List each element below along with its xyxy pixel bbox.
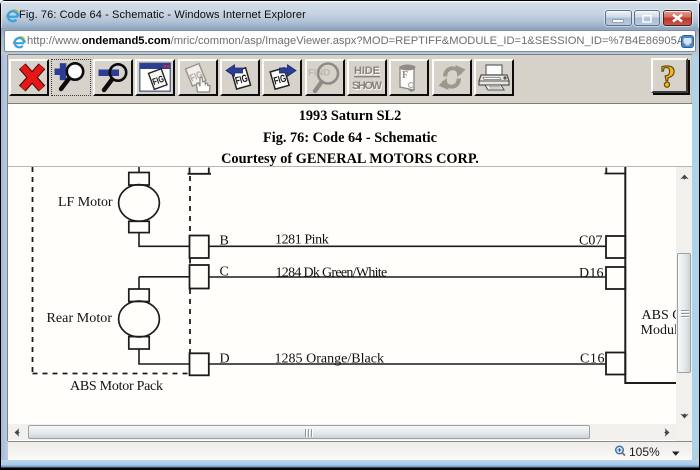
svg-text:Rear Motor: Rear Motor (47, 311, 113, 326)
svg-text:HIDE: HIDE (354, 65, 380, 77)
svg-text:1284 Dk Green/White: 1284 Dk Green/White (276, 265, 388, 280)
svg-text:C16: C16 (580, 352, 605, 367)
svg-text:1281 Pink: 1281 Pink (275, 233, 329, 248)
svg-text:?: ? (660, 60, 676, 91)
svg-text:SHOW: SHOW (352, 80, 383, 92)
svg-text:C07: C07 (579, 233, 603, 248)
svg-text:C: C (220, 264, 229, 279)
svg-text:F: F (402, 70, 408, 81)
svg-text:ABS Motor Pack: ABS Motor Pack (70, 379, 163, 394)
svg-text:ABS Co: ABS Co (642, 308, 677, 323)
svg-text:B: B (220, 233, 229, 248)
svg-text:LF Motor: LF Motor (58, 195, 113, 210)
svg-text:1285 Orange/Black: 1285 Orange/Black (275, 351, 385, 366)
svg-text:Modul: Modul (641, 323, 677, 338)
svg-text:D16: D16 (579, 266, 604, 281)
svg-text:D: D (220, 352, 230, 367)
